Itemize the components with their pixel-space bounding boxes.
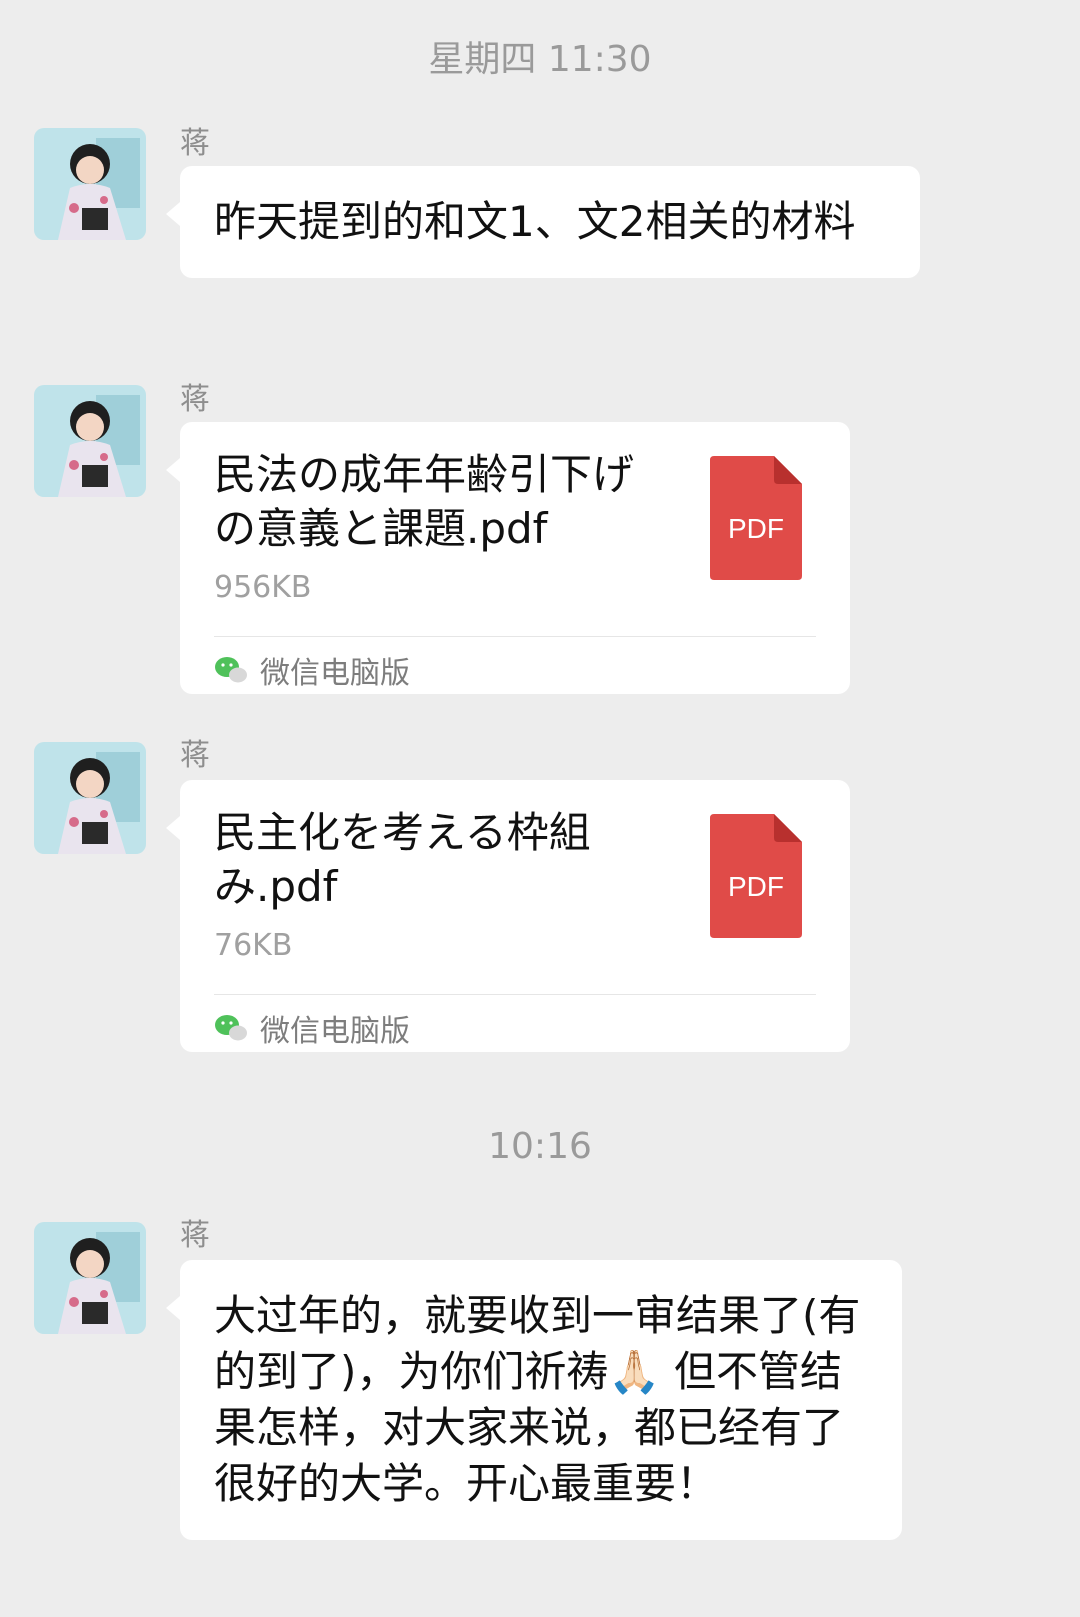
pdf-icon-label: PDF [728,513,784,544]
avatar-image [34,1222,146,1334]
file-size: 956KB [214,570,312,605]
message-bubble[interactable]: 大过年的，就要收到一审结果了(有的到了)，为你们祈祷🙏🏻 但不管结果怎样，对大家… [166,1260,902,1540]
source-label: 微信电脑版 [260,656,410,691]
source-footer: 微信电脑版 [214,1006,410,1050]
divider [214,994,816,995]
sender-name: 蒋 [180,738,210,773]
avatar[interactable] [34,128,146,240]
pdf-file-icon: PDF [710,456,802,580]
file-size: 76KB [214,928,293,963]
sender-name: 蒋 [180,1218,210,1253]
avatar[interactable] [34,385,146,497]
timestamp: 10:16 [488,1126,592,1167]
divider [214,636,816,637]
source-label: 微信电脑版 [260,1014,410,1049]
avatar-image [34,742,146,854]
source-footer: 微信电脑版 [214,648,410,692]
file-message-card[interactable]: 民法の成年年齢引下げの意義と課題.pdf 956KB PDF 微信电脑版 [166,422,850,694]
sender-name: 蒋 [180,126,210,161]
message-text: 昨天提到的和文1、文2相关的材料 [214,197,856,246]
file-name: 民主化を考える枠組み.pdf [214,808,591,911]
sender-name: 蒋 [180,382,210,417]
avatar[interactable] [34,1222,146,1334]
pdf-file-icon: PDF [710,814,802,938]
avatar[interactable] [34,742,146,854]
wechat-icon [215,657,247,683]
file-name: 民法の成年年齢引下げの意義と課題.pdf [214,450,635,553]
message-bubble[interactable]: 昨天提到的和文1、文2相关的材料 [166,166,920,278]
pdf-icon-label: PDF [728,871,784,902]
avatar-image [34,128,146,240]
message-text: 大过年的，就要收到一审结果了(有的到了)，为你们祈祷🙏🏻 但不管结果怎样，对大家… [214,1291,861,1508]
timestamp: 星期四 11:30 [428,39,652,80]
file-message-card[interactable]: 民主化を考える枠組み.pdf 76KB PDF 微信电脑版 [166,780,850,1052]
avatar-image [34,385,146,497]
wechat-icon [215,1015,247,1041]
